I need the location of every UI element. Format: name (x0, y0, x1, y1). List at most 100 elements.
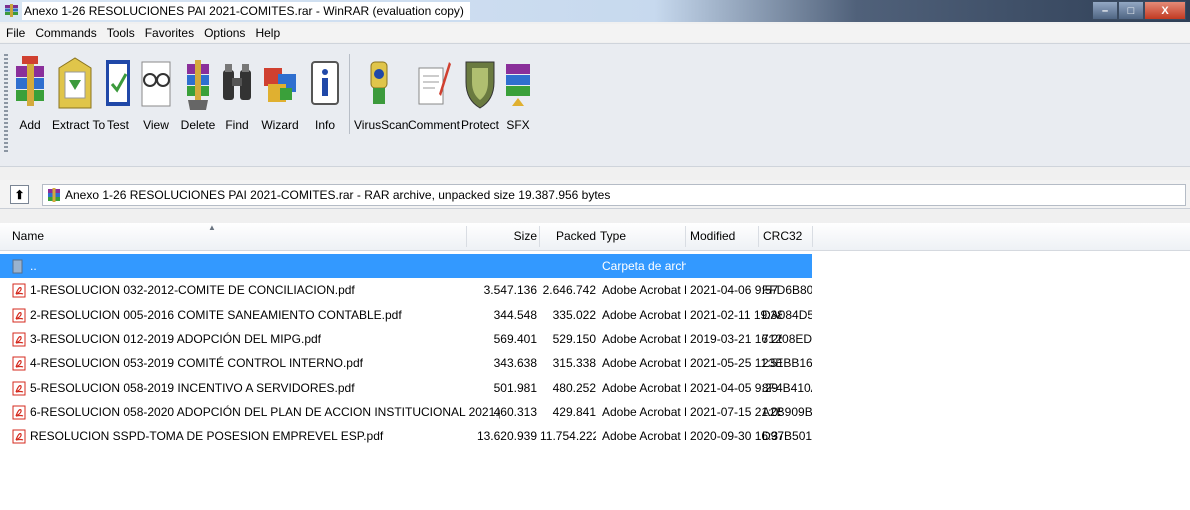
table-row[interactable]: 5-RESOLUCION 058-2019 INCENTIVO A SERVID… (0, 376, 1190, 400)
minimize-icon: – (1101, 4, 1109, 17)
file-packed-size: 11.754.222 (540, 429, 596, 444)
column-crc32-header[interactable]: CRC32 (763, 223, 808, 250)
up-one-level-button[interactable]: ⬆ (10, 185, 29, 204)
menu-options[interactable]: Options (200, 26, 249, 40)
find-label: Find (225, 118, 249, 132)
file-size: 3.547.136 (483, 283, 537, 298)
wizard-icon (264, 68, 296, 102)
file-crc32: 23EBB165 (762, 356, 812, 371)
file-name: 3-RESOLUCION 012-2019 ADOPCIÓN DEL MIPG.… (30, 331, 321, 346)
view-button[interactable]: View (138, 52, 174, 147)
menu-help[interactable]: Help (251, 26, 284, 40)
view-icon (141, 61, 171, 107)
arrow-up-icon: ⬆ (14, 187, 25, 202)
file-packed-size: 480.252 (552, 380, 596, 395)
pdf-file-icon (12, 405, 26, 420)
rar-archive-icon (48, 188, 60, 202)
file-list: Name ▲ Size Packed Type Modified CRC32 .… (0, 223, 1190, 510)
test-icon (106, 60, 130, 106)
title-bar[interactable]: Anexo 1-26 RESOLUCIONES PAI 2021-COMITES… (0, 0, 1190, 22)
column-packed-header[interactable]: Packed (540, 223, 596, 250)
delete-button[interactable]: Delete (180, 52, 216, 147)
toolbar-grip[interactable] (4, 54, 8, 154)
protect-icon (465, 61, 495, 109)
minimize-button[interactable]: – (1092, 1, 1118, 20)
file-name: .. (30, 259, 37, 273)
file-packed-size: 315.338 (552, 356, 596, 371)
info-icon (311, 61, 339, 105)
delete-label: Delete (180, 118, 216, 132)
comment-button[interactable]: Comment (408, 52, 460, 147)
file-size: 344.548 (493, 307, 537, 322)
protect-label: Protect (460, 118, 499, 132)
virusscan-button[interactable]: VirusScan (354, 52, 409, 147)
winrar-window: Anexo 1-26 RESOLUCIONES PAI 2021-COMITES… (0, 0, 1190, 510)
file-size: 460.313 (493, 404, 537, 419)
add-button[interactable]: Add (14, 52, 46, 147)
column-name-header[interactable]: Name (12, 223, 212, 250)
comment-icon (418, 62, 451, 105)
column-size-header[interactable]: Size (470, 223, 537, 250)
column-divider[interactable] (812, 226, 813, 247)
test-button[interactable]: Test (102, 52, 134, 147)
column-modified-header[interactable]: Modified (690, 223, 750, 250)
find-button[interactable]: Find (222, 52, 252, 147)
delete-icon (187, 60, 209, 110)
extract-to-button[interactable]: Extract To (52, 52, 105, 147)
file-crc32: A2B909B5 (762, 404, 812, 419)
file-type: Adobe Acrobat Do... (602, 429, 686, 444)
file-crc32: D97B5018 (762, 429, 812, 444)
wizard-button[interactable]: Wizard (258, 52, 302, 147)
file-name: 6-RESOLUCION 058-2020 ADOPCIÓN DEL PLAN … (30, 404, 500, 419)
table-row[interactable]: 6-RESOLUCION 058-2020 ADOPCIÓN DEL PLAN … (0, 400, 1190, 424)
table-row[interactable]: 1-RESOLUCION 032-2012-COMITE DE CONCILIA… (0, 278, 1190, 302)
sort-ascending-icon: ▲ (208, 223, 216, 232)
window-title: Anexo 1-26 RESOLUCIONES PAI 2021-COMITES… (22, 2, 470, 20)
menu-tools[interactable]: Tools (103, 26, 139, 40)
column-divider[interactable] (685, 226, 686, 247)
file-type: Carpeta de archivos (602, 259, 686, 273)
parent-folder-row[interactable]: .. Carpeta de archivos (0, 254, 1190, 278)
menu-favorites[interactable]: Favorites (141, 26, 198, 40)
file-type: Adobe Acrobat Do... (602, 331, 686, 346)
file-type: Adobe Acrobat Do... (602, 404, 686, 419)
archive-path-text: Anexo 1-26 RESOLUCIONES PAI 2021-COMITES… (65, 188, 611, 202)
find-icon (223, 64, 251, 100)
menu-file[interactable]: File (2, 26, 29, 40)
menu-commands[interactable]: Commands (31, 26, 100, 40)
file-packed-size: 429.841 (552, 404, 596, 419)
toolbar-separator (349, 54, 350, 134)
file-crc32: 8F4B410A (762, 380, 812, 395)
toolbar: Add Extract To Test View Delete Find Wiz… (0, 43, 1190, 167)
file-type: Adobe Acrobat Do... (602, 356, 686, 371)
close-button[interactable]: X (1144, 1, 1186, 20)
column-divider[interactable] (758, 226, 759, 247)
archive-path-field[interactable]: Anexo 1-26 RESOLUCIONES PAI 2021-COMITES… (42, 184, 1186, 206)
file-type: Adobe Acrobat Do... (602, 380, 686, 395)
test-label: Test (106, 118, 129, 132)
file-packed-size: 2.646.742 (542, 283, 596, 298)
menu-bar: File Commands Tools Favorites Options He… (0, 24, 1190, 42)
pdf-file-icon (12, 356, 26, 371)
file-name: 5-RESOLUCION 058-2019 INCENTIVO A SERVID… (30, 380, 355, 395)
virusscan-label: VirusScan (354, 118, 409, 132)
info-button[interactable]: Info (308, 52, 342, 147)
file-size: 569.401 (493, 331, 537, 346)
pdf-file-icon (12, 429, 26, 444)
table-row[interactable]: 4-RESOLUCION 053-2019 COMITÉ CONTROL INT… (0, 351, 1190, 375)
file-name: 1-RESOLUCION 032-2012-COMITE DE CONCILIA… (30, 283, 355, 298)
protect-button[interactable]: Protect (460, 52, 500, 147)
file-crc32: 71208ED4 (762, 331, 812, 346)
close-icon: X (1161, 4, 1169, 17)
table-row[interactable]: RESOLUCION SSPD-TOMA DE POSESION EMPREVE… (0, 424, 1190, 448)
sfx-icon (506, 64, 530, 106)
file-packed-size: 335.022 (552, 307, 596, 322)
table-row[interactable]: 2-RESOLUCION 005-2016 COMITE SANEAMIENTO… (0, 303, 1190, 327)
column-type-header[interactable]: Type (600, 223, 680, 250)
column-divider[interactable] (466, 226, 467, 247)
add-icon (16, 56, 44, 106)
table-row[interactable]: 3-RESOLUCION 012-2019 ADOPCIÓN DEL MIPG.… (0, 327, 1190, 351)
sfx-button[interactable]: SFX (502, 52, 534, 147)
file-list-header: Name ▲ Size Packed Type Modified CRC32 (0, 223, 1190, 251)
maximize-button[interactable]: □ (1118, 1, 1144, 20)
